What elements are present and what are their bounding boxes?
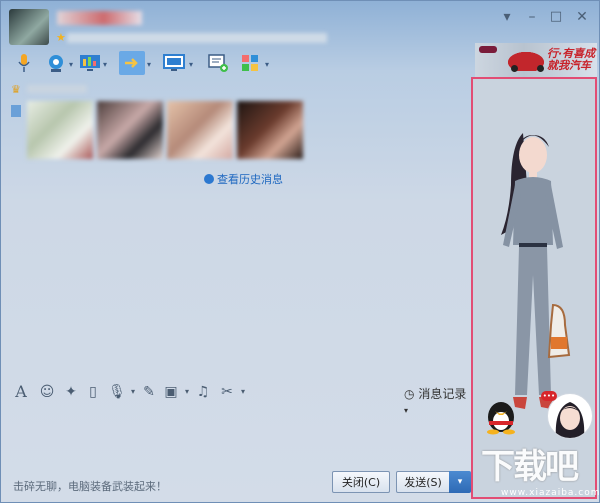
close-icon[interactable]: ✕ — [571, 9, 593, 25]
magic-icon[interactable]: ✦ — [61, 382, 81, 402]
watermark-url: www.xiazaiba.com — [501, 488, 600, 498]
close-button[interactable]: 关闭(C) — [332, 471, 390, 493]
chevron-down-icon[interactable]: ▾ — [265, 60, 269, 69]
blurred-images — [27, 101, 303, 159]
chat-bubble-icon: ••• — [541, 391, 557, 401]
message-add-icon[interactable] — [205, 51, 231, 75]
music-icon[interactable]: ♫ — [193, 382, 213, 402]
ad-banner[interactable]: 行·有喜成 就我汽车 — [475, 43, 597, 77]
qq-penguin-icon[interactable] — [481, 397, 521, 435]
ad-car-wheel — [511, 65, 518, 72]
font-icon[interactable]: A — [11, 382, 31, 402]
status-text[interactable]: 击碎无聊，电脑装备武装起来！ — [13, 478, 167, 494]
chevron-down-icon[interactable]: ▾ — [189, 60, 193, 69]
show-panel[interactable]: ••• — [471, 77, 597, 499]
send-button[interactable]: 发送(S) — [396, 471, 450, 493]
minimize-icon[interactable]: – — [521, 9, 543, 25]
input-toolbar: A ☺ ✦ ▯ 🎙 ▾ ✎ ▣ ▾ ♫ ✂ ▾ ◷ 消息记录 ▾ — [11, 382, 471, 415]
maximize-icon[interactable]: □ — [545, 9, 567, 24]
chat-window: ★ ▾ – □ ✕ ▾ ▾ ▾ ▾ ▾ 行·有喜成 就我汽车 ♛ 查看历史消息 … — [0, 0, 600, 503]
contact-name-blurred — [57, 11, 142, 25]
apps-icon[interactable] — [237, 51, 263, 75]
avatar-show-figure — [493, 125, 573, 425]
blurred-image — [237, 101, 303, 159]
screen-share-icon[interactable] — [77, 51, 103, 75]
clock-icon — [204, 174, 214, 184]
sender-blurred — [27, 85, 87, 93]
chevron-down-icon: ▾ — [404, 406, 409, 415]
shake-icon[interactable]: ▯ — [83, 382, 103, 402]
ad-car-wheel — [537, 65, 544, 72]
chevron-down-icon[interactable]: ▾ — [103, 60, 107, 69]
image-edit-icon[interactable]: ✎ — [139, 382, 159, 402]
message-log-label: 消息记录 — [418, 387, 467, 401]
contact-signature-blurred — [67, 33, 327, 43]
watermark-logo: 下载吧 — [481, 447, 579, 487]
view-history-label: 查看历史消息 — [217, 173, 283, 186]
clock-icon: ◷ — [404, 387, 415, 401]
chevron-down-icon[interactable]: ▾ — [147, 60, 151, 69]
title-bar[interactable]: ★ ▾ – □ ✕ — [1, 1, 600, 47]
remote-desktop-icon[interactable] — [161, 51, 187, 75]
chevron-down-icon[interactable]: ▾ — [69, 60, 73, 69]
menu-arrow-icon[interactable]: ▾ — [496, 9, 518, 25]
contact-avatar[interactable] — [9, 9, 49, 45]
blurred-image — [167, 101, 233, 159]
crown-icon: ♛ — [11, 83, 21, 96]
blurred-image — [27, 101, 93, 159]
microphone-icon[interactable] — [11, 51, 37, 75]
file-transfer-icon[interactable] — [119, 51, 145, 75]
blurred-image — [97, 101, 163, 159]
view-history-link[interactable]: 查看历史消息 — [204, 171, 283, 187]
message-area[interactable]: ♛ 查看历史消息 — [9, 79, 467, 379]
emoji-icon[interactable]: ☺ — [37, 382, 57, 402]
ad-text-line2: 就我汽车 — [547, 59, 591, 72]
call-toolbar: ▾ ▾ ▾ ▾ ▾ — [11, 51, 481, 77]
chevron-down-icon[interactable]: ▾ — [233, 382, 253, 402]
camera-icon[interactable] — [43, 51, 69, 75]
star-icon: ★ — [56, 31, 66, 44]
message-bubble-icon — [11, 105, 21, 117]
ad-text: 行·有喜成 就我汽车 — [547, 48, 595, 72]
send-options-chevron-icon[interactable]: ▾ — [449, 471, 471, 493]
ad-brand-logo — [479, 46, 497, 53]
message-log-button[interactable]: ◷ 消息记录 ▾ — [404, 385, 471, 416]
